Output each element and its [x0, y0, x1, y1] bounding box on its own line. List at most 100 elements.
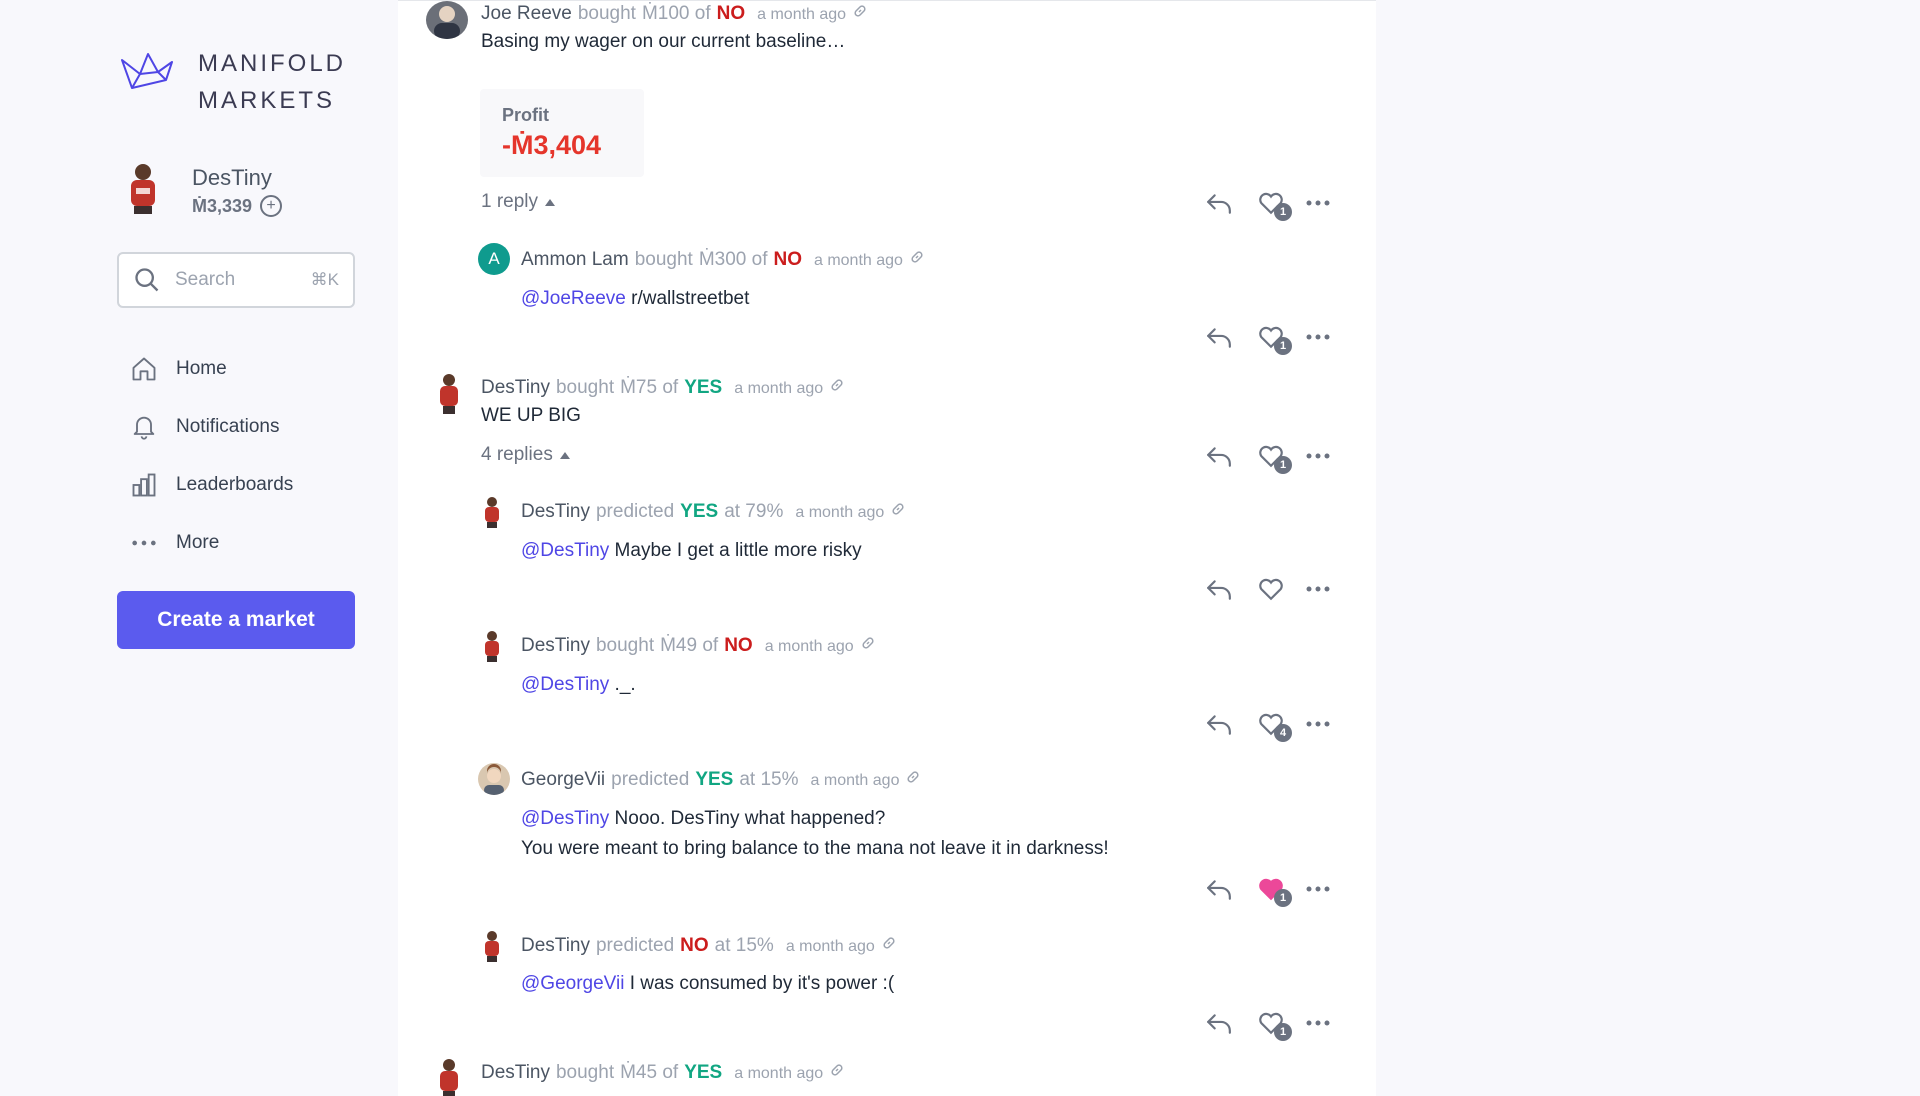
comment-time[interactable]: a month ago	[765, 638, 854, 656]
avatar[interactable]	[482, 629, 502, 663]
sidebar-item-notifications[interactable]: Notifications	[128, 398, 293, 456]
link-icon[interactable]	[860, 635, 876, 651]
link-icon[interactable]	[829, 377, 845, 393]
profit-card: Profit -Ṁ3,404	[480, 89, 644, 177]
brand-line1: MANIFOLD	[198, 50, 347, 77]
comment-text: @DesTiny Nooo. DesTiny what happened?	[521, 808, 885, 830]
more-icon[interactable]	[1306, 195, 1330, 211]
comment-probability: at 15%	[714, 935, 774, 956]
more-icon[interactable]	[1306, 881, 1330, 897]
reply-icon[interactable]	[1206, 877, 1232, 901]
like-count: 4	[1274, 724, 1292, 742]
comment-time[interactable]: a month ago	[734, 380, 823, 398]
comment-verb: predicted	[595, 501, 675, 522]
link-icon[interactable]	[829, 1062, 845, 1078]
comment-author[interactable]: DesTiny	[481, 1062, 550, 1084]
comment-verb: bought	[555, 377, 615, 398]
comment-time[interactable]: a month ago	[811, 772, 900, 790]
sidebar-item-home[interactable]: Home	[128, 340, 293, 398]
heart-icon[interactable]	[1258, 577, 1284, 601]
comment-body: ._.	[609, 674, 636, 695]
reply-icon[interactable]	[1206, 712, 1232, 736]
avatar	[131, 164, 155, 214]
crane-logo-icon	[121, 53, 173, 89]
brand-name: MANIFOLD MARKETS	[198, 45, 398, 119]
replies-toggle[interactable]: 4 replies	[481, 444, 571, 466]
sidebar-item-more[interactable]: More	[128, 514, 293, 572]
comment-verb: predicted	[611, 769, 690, 790]
comment-outcome: YES	[680, 501, 719, 522]
comment-author[interactable]: GeorgeVii	[521, 769, 605, 791]
reply-icon[interactable]	[1206, 577, 1232, 601]
comment-amount: Ṁ100 of	[641, 3, 711, 24]
comment-text: @GeorgeVii I was consumed by it's power …	[521, 973, 894, 995]
avatar[interactable]	[478, 763, 510, 795]
profit-value: -Ṁ3,404	[502, 130, 602, 160]
reply-icon[interactable]	[1206, 444, 1232, 468]
more-icon[interactable]	[1306, 581, 1330, 597]
mention-link[interactable]: @DesTiny	[521, 808, 609, 829]
comment-author[interactable]: DesTiny	[521, 635, 590, 657]
reply-icon[interactable]	[1206, 191, 1232, 215]
mention-link[interactable]: @DesTiny	[521, 674, 609, 695]
logo[interactable]: MANIFOLD MARKETS	[118, 50, 343, 114]
user-profile[interactable]: DesTiny Ṁ3,339 +	[122, 160, 283, 217]
bell-icon	[128, 411, 160, 443]
comment-time[interactable]: a month ago	[734, 1065, 823, 1083]
reply-icon[interactable]	[1206, 1011, 1232, 1035]
avatar[interactable]	[482, 929, 502, 963]
comment-meta: Ammon Lam bought Ṁ300 of NO a month ago	[521, 249, 925, 271]
avatar[interactable]	[426, 1, 468, 39]
comment-author[interactable]: DesTiny	[481, 377, 550, 399]
add-funds-icon[interactable]: +	[260, 195, 283, 217]
comment-text: @DesTiny Maybe I get a little more risky	[521, 540, 862, 562]
mention-link[interactable]: @DesTiny	[521, 540, 609, 561]
comment-outcome: NO	[724, 635, 753, 656]
reply-icon[interactable]	[1206, 325, 1232, 349]
create-market-button[interactable]: Create a market	[117, 591, 355, 649]
comment-author[interactable]: Ammon Lam	[521, 249, 629, 271]
comment-time[interactable]: a month ago	[814, 252, 903, 270]
comment-amount: Ṁ45 of	[620, 1062, 679, 1083]
comment-amount: Ṁ300 of	[698, 249, 768, 270]
comment-body: Nooo. DesTiny what happened?	[609, 808, 886, 829]
comment-outcome: NO	[716, 3, 746, 24]
mention-link[interactable]: @GeorgeVii	[521, 973, 624, 994]
comment-time[interactable]: a month ago	[786, 938, 875, 956]
comment-verb: bought	[634, 249, 693, 270]
avatar[interactable]	[436, 371, 462, 415]
avatar[interactable]: A	[478, 243, 510, 275]
comment-author[interactable]: Joe Reeve	[481, 3, 572, 25]
comment-verb: bought	[595, 635, 655, 656]
more-icon[interactable]	[1306, 448, 1330, 464]
more-icon[interactable]	[1306, 716, 1330, 732]
link-icon[interactable]	[909, 249, 925, 265]
search-input[interactable]: Search ⌘K	[117, 252, 355, 308]
more-icon[interactable]	[1306, 1015, 1330, 1031]
link-icon[interactable]	[852, 3, 868, 19]
comment-actions: 4	[1206, 706, 1336, 742]
link-icon[interactable]	[881, 935, 897, 951]
search-shortcut: ⌘K	[310, 270, 339, 289]
sidebar-item-leaderboards[interactable]: Leaderboards	[128, 456, 293, 514]
comment-author[interactable]: DesTiny	[521, 501, 590, 523]
link-icon[interactable]	[905, 769, 921, 785]
caret-up-icon	[545, 199, 556, 206]
link-icon[interactable]	[890, 501, 906, 517]
comment-verb: predicted	[595, 935, 675, 956]
comment-outcome: NO	[680, 935, 709, 956]
more-icon[interactable]	[1306, 329, 1330, 345]
comment-time[interactable]: a month ago	[757, 6, 846, 24]
comment-time[interactable]: a month ago	[795, 504, 884, 522]
replies-toggle[interactable]: 1 reply	[481, 191, 556, 213]
sidebar-item-label: Notifications	[176, 416, 280, 437]
avatar[interactable]	[482, 495, 502, 529]
mention-link[interactable]: @JoeReeve	[521, 288, 626, 309]
search-icon	[135, 268, 159, 292]
comment-outcome: YES	[684, 377, 723, 398]
comment-author[interactable]: DesTiny	[521, 935, 590, 957]
avatar[interactable]	[436, 1056, 462, 1096]
comment-outcome: NO	[773, 249, 802, 270]
comment-text: @JoeReeve r/wallstreetbet	[521, 288, 749, 310]
bar-chart-icon	[128, 469, 160, 501]
